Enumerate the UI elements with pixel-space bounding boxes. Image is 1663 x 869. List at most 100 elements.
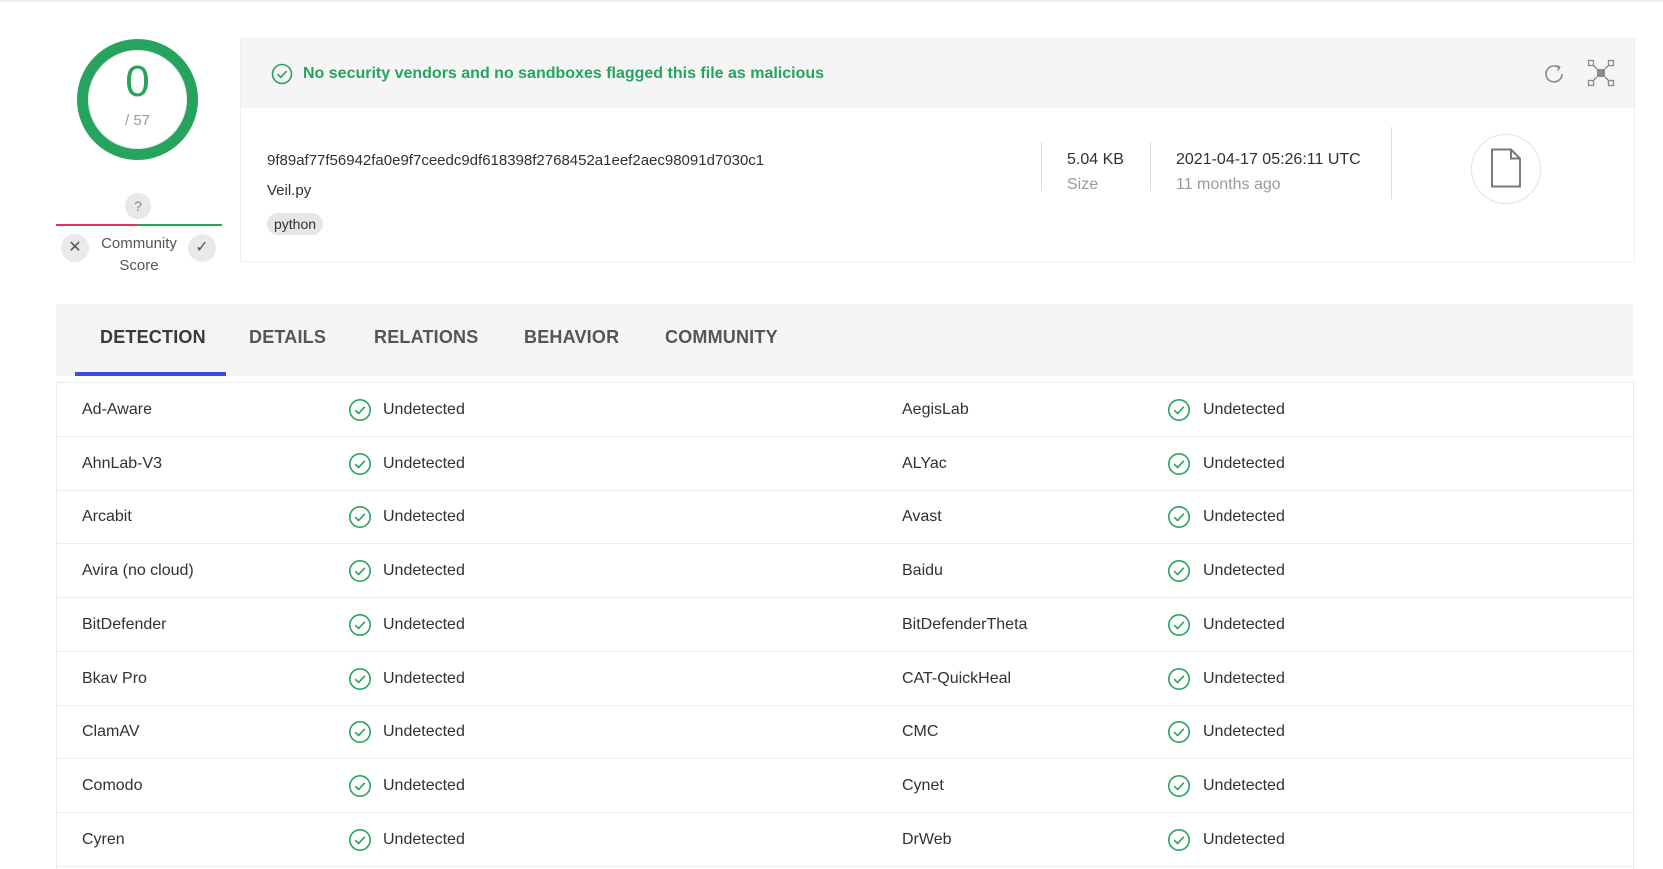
vote-harmless-button[interactable]: ✓ <box>188 234 216 262</box>
engine-result: Undetected <box>383 615 465 633</box>
vote-malicious-button[interactable]: ✕ <box>61 234 89 262</box>
engine-result: Undetected <box>383 562 465 580</box>
divider <box>1041 142 1042 190</box>
check-circle-icon <box>349 774 371 797</box>
detection-score-gauge: 0 / 57 <box>74 36 201 163</box>
engine-result: Undetected <box>1203 401 1285 418</box>
engine-name: BitDefenderTheta <box>902 615 1028 633</box>
reanalyze-icon[interactable] <box>1541 61 1567 87</box>
community-score-negative-bar <box>56 224 138 226</box>
graph-view-icon[interactable] <box>1587 59 1615 87</box>
tab-behavior[interactable]: BEHAVIOR <box>524 327 619 348</box>
check-circle-icon <box>349 399 371 421</box>
active-tab-indicator <box>75 372 226 376</box>
community-score-help-icon[interactable]: ? <box>125 193 151 219</box>
divider <box>1391 127 1392 199</box>
community-score-label-line1: Community <box>101 235 177 252</box>
engine-result: Undetected <box>1203 615 1285 633</box>
analysis-date-value: 2021-04-17 05:26:11 UTC <box>1176 151 1361 168</box>
engine-result: Undetected <box>1203 723 1285 741</box>
table-row: Avira (no cloud) Undetected Baidu Undetecte… <box>57 544 1633 599</box>
check-circle-icon <box>349 667 371 690</box>
engine-name: CAT-QuickHeal <box>902 669 1012 687</box>
tab-bar: DETECTION DETAILS RELATIONS BEHAVIOR COM… <box>56 304 1633 376</box>
table-row: Ad-Aware Undetected AegisLab Undetected <box>57 383 1633 437</box>
engine-name: ALYac <box>902 454 947 472</box>
table-row: AhnLab-V3 Undetected ALYac Undetected <box>57 437 1633 491</box>
table-row: ClamAV Undetected CMC Undetected <box>57 705 1633 760</box>
engine-name: Bkav Pro <box>82 669 147 687</box>
community-score-label-line2: Score <box>119 257 159 274</box>
divider <box>1150 142 1151 190</box>
engine-result: Undetected <box>1203 454 1285 472</box>
status-banner: No security vendors and no sandboxes fla… <box>241 39 1634 108</box>
table-row: BitDefender Undetected BitDefenderTheta Und… <box>57 598 1633 652</box>
file-hash[interactable]: 9f89af77f56942fa0e9f7ceedc9df618398f2768… <box>267 152 764 169</box>
score-value: 0 <box>125 57 150 106</box>
file-name: Veil.py <box>267 182 312 199</box>
engine-result: Undetected <box>383 401 465 418</box>
engine-name: Avira (no cloud) <box>82 562 194 580</box>
engine-result: Undetected <box>383 454 465 472</box>
community-score-label: Community Score <box>92 233 186 277</box>
tab-details[interactable]: DETAILS <box>249 327 326 348</box>
score-total: / 57 <box>124 112 151 129</box>
engine-name: ClamAV <box>82 723 140 741</box>
engine-name: Avast <box>902 508 942 526</box>
engine-name: DrWeb <box>902 830 952 848</box>
engine-name: Comodo <box>82 776 143 794</box>
engine-result: Undetected <box>383 723 465 741</box>
check-circle-icon <box>1168 774 1190 797</box>
check-circle-icon <box>349 613 371 636</box>
check-circle-icon <box>349 721 371 744</box>
engine-name: BitDefender <box>82 615 167 633</box>
engine-result: Undetected <box>1203 669 1285 687</box>
engine-name: AhnLab-V3 <box>82 454 163 472</box>
engine-result: Undetected <box>1203 562 1285 580</box>
table-row: Arcabit Undetected Avast Undetected <box>57 490 1633 545</box>
file-tag[interactable]: python <box>267 213 324 235</box>
file-icon <box>1491 148 1521 188</box>
top-shadow <box>0 0 1663 3</box>
tab-detection[interactable]: DETECTION <box>100 327 206 348</box>
community-score-positive-bar <box>138 224 222 226</box>
engine-result: Undetected <box>1203 508 1285 526</box>
detection-results-table: Ad-Aware Undetected AegisLab Undetected AhnL… <box>56 382 1634 869</box>
check-circle-icon <box>1168 399 1190 421</box>
engine-name: Baidu <box>902 562 943 580</box>
check-circle-icon <box>1168 721 1190 744</box>
check-circle-icon <box>271 63 293 85</box>
table-row: Cyren Undetected DrWeb Undetected <box>57 813 1633 867</box>
file-size-value: 5.04 KB <box>1067 151 1124 168</box>
analysis-date-relative: 11 months ago <box>1176 176 1281 193</box>
engine-name: CMC <box>902 723 939 741</box>
engine-result: Undetected <box>383 830 465 848</box>
check-circle-icon <box>1168 452 1190 475</box>
check-circle-icon <box>1168 560 1190 583</box>
close-icon: ✕ <box>68 239 82 256</box>
check-circle-icon <box>349 560 371 583</box>
check-circle-icon <box>349 452 371 475</box>
tab-community[interactable]: COMMUNITY <box>665 327 778 348</box>
check-circle-icon <box>1168 828 1190 851</box>
engine-result: Undetected <box>383 508 465 526</box>
engine-result: Undetected <box>383 776 465 794</box>
file-size-label: Size <box>1067 176 1099 193</box>
engine-result: Undetected <box>1203 776 1285 794</box>
engine-name: Ad-Aware <box>82 401 152 418</box>
check-circle-icon <box>1168 667 1190 690</box>
check-circle-icon <box>1168 613 1190 636</box>
check-icon: ✓ <box>195 239 209 256</box>
engine-name: Cyren <box>82 830 125 848</box>
table-row: Comodo Undetected Cynet Undetected <box>57 759 1633 813</box>
engine-result: Undetected <box>383 669 465 687</box>
engine-name: Arcabit <box>82 508 132 526</box>
tab-relations[interactable]: RELATIONS <box>374 327 478 348</box>
file-info-panel: No security vendors and no sandboxes fla… <box>240 38 1635 262</box>
engine-result: Undetected <box>1203 830 1285 848</box>
check-circle-icon <box>349 506 371 529</box>
file-type-badge <box>1471 134 1541 204</box>
table-row: Bkav Pro Undetected CAT-QuickHeal Undetecte… <box>57 652 1633 706</box>
check-circle-icon <box>349 828 371 851</box>
engine-name: AegisLab <box>902 401 969 418</box>
